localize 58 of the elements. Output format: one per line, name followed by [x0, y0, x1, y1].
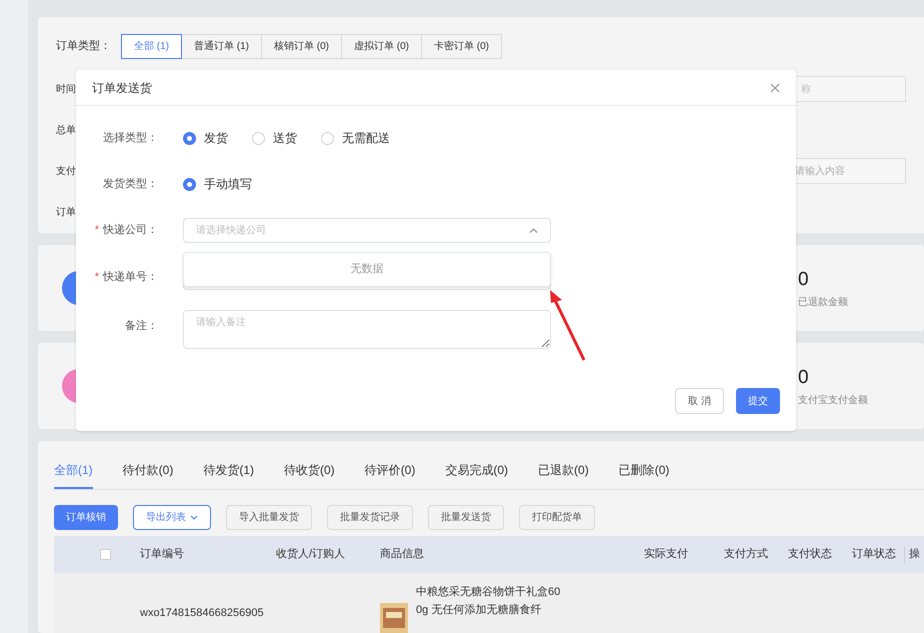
filter-label: 订单	[56, 206, 76, 220]
filter-tab[interactable]: 核销订单 (0)	[261, 34, 342, 59]
filter-tab[interactable]: 全部 (1)	[121, 34, 182, 59]
column-header: 收货人/订购人	[276, 547, 346, 562]
stat-label: 已退款金额	[798, 296, 849, 310]
filter-label: 时间	[56, 82, 76, 96]
form-label: 快递单号：	[103, 270, 158, 286]
action-button[interactable]: 订单核销	[54, 505, 118, 530]
required-mark: *	[94, 270, 99, 286]
dialog-button[interactable]: 取 消	[675, 388, 724, 414]
filter-label: 总单	[56, 124, 76, 138]
column-header: 实际支付	[644, 546, 689, 562]
action-button[interactable]: 批量发送货	[428, 505, 504, 530]
product-name: 中粮悠采无糖谷物饼干礼盒600g 无任何添加无糖膳食纤	[416, 584, 562, 618]
form-label: 发货类型：	[103, 176, 158, 192]
filter-label: 订单类型：	[56, 39, 112, 54]
dialog-button[interactable]: 提交	[736, 388, 780, 414]
order-tab[interactable]: 交易完成(0)	[445, 461, 508, 489]
filter-tab[interactable]: 普通订单 (1)	[181, 34, 262, 59]
checkbox[interactable]	[100, 549, 111, 560]
order-tab[interactable]: 已删除(0)	[618, 461, 670, 489]
order-tab[interactable]: 已退款(0)	[538, 461, 589, 489]
column-header: 订单编号	[140, 547, 185, 562]
column-header: 商品信息	[380, 546, 425, 562]
column-header: 支付状态	[788, 546, 833, 562]
stat-value: 0	[798, 366, 810, 390]
order-tab[interactable]: 待发货(1)	[203, 461, 254, 489]
radio-option[interactable]: 无需配送	[321, 129, 390, 147]
action-button[interactable]: 批量发货记录	[327, 505, 413, 530]
form-label: 快递公司：	[103, 222, 158, 238]
column-header: 订单状态	[852, 546, 897, 562]
radio-option[interactable]: 送货	[252, 129, 297, 147]
close-icon[interactable]	[770, 82, 780, 92]
stat-label: 支付宝支付金额	[798, 394, 869, 408]
action-button[interactable]: 导入批量发货	[226, 505, 312, 530]
column-header: 操	[904, 546, 920, 563]
dialog-title: 订单发送货	[92, 80, 152, 96]
filter-tab[interactable]: 卡密订单 (0)	[421, 34, 502, 59]
order-tab[interactable]: 待付款(0)	[122, 461, 174, 489]
chevron-up-icon	[529, 228, 538, 233]
action-button[interactable]: 打印配货单	[519, 505, 595, 530]
empty-text: 无数据	[350, 262, 384, 278]
order-tab[interactable]: 待评价(0)	[364, 461, 416, 489]
arrow-icon	[548, 290, 588, 362]
column-header: 支付方式	[724, 546, 769, 562]
note-field[interactable]: 请输入备注	[183, 310, 551, 349]
filter-label: 支付	[56, 164, 76, 178]
radio-option[interactable]: 发货	[183, 129, 228, 147]
form-label: 选择类型：	[103, 130, 158, 146]
action-button[interactable]: 导出列表	[133, 505, 211, 530]
form-label: 备注：	[125, 318, 158, 334]
required-mark: *	[94, 223, 99, 238]
order-tab[interactable]: 待收货(0)	[284, 461, 335, 489]
filter-tab[interactable]: 虚拟订单 (0)	[341, 34, 422, 59]
radio-option[interactable]: 手动填写	[183, 175, 252, 193]
table-cell-text: wxo17481584668256905	[140, 606, 265, 621]
chevron-down-icon	[190, 515, 198, 520]
stat-value: 0	[798, 268, 810, 292]
